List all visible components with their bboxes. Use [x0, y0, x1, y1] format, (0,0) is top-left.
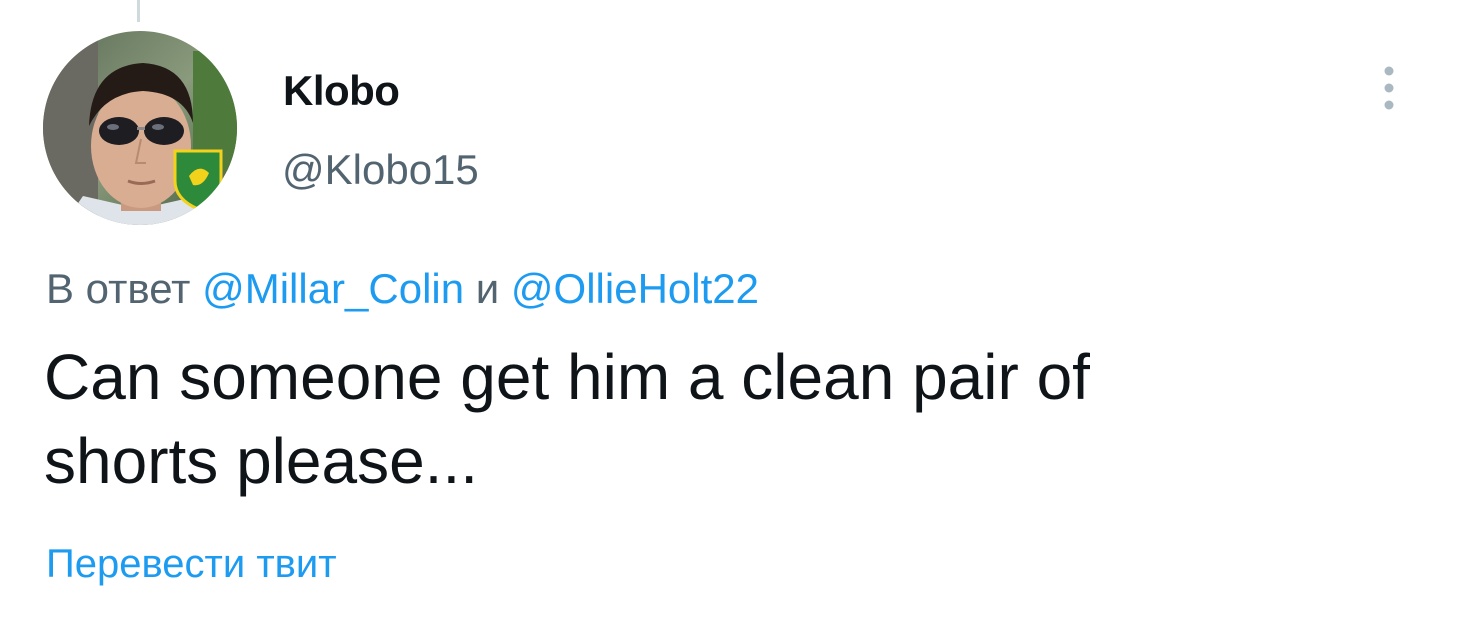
- user-avatar-photo: [43, 31, 237, 225]
- reply-conjunction: и: [475, 265, 500, 312]
- translate-tweet-link[interactable]: Перевести твит: [46, 539, 337, 589]
- mention-link-2[interactable]: @OllieHolt22: [511, 265, 759, 312]
- avatar[interactable]: [43, 31, 237, 225]
- tweet-text: Can someone get him a clean pair of shor…: [44, 335, 1304, 503]
- more-vertical-icon: [1384, 66, 1394, 110]
- reply-prefix: В ответ: [46, 265, 191, 312]
- tweet-text-line-2: shorts please...: [44, 425, 478, 497]
- mention-link-1[interactable]: @Millar_Colin: [202, 265, 464, 312]
- tweet-text-line-1: Can someone get him a clean pair of: [44, 341, 1090, 413]
- more-options-button[interactable]: [1368, 60, 1410, 116]
- author-display-name[interactable]: Klobo: [283, 66, 400, 116]
- thread-connector-line: [137, 0, 140, 22]
- reply-context: В ответ @Millar_Colin и @OllieHolt22: [46, 264, 759, 314]
- author-handle[interactable]: @Klobo15: [282, 145, 479, 195]
